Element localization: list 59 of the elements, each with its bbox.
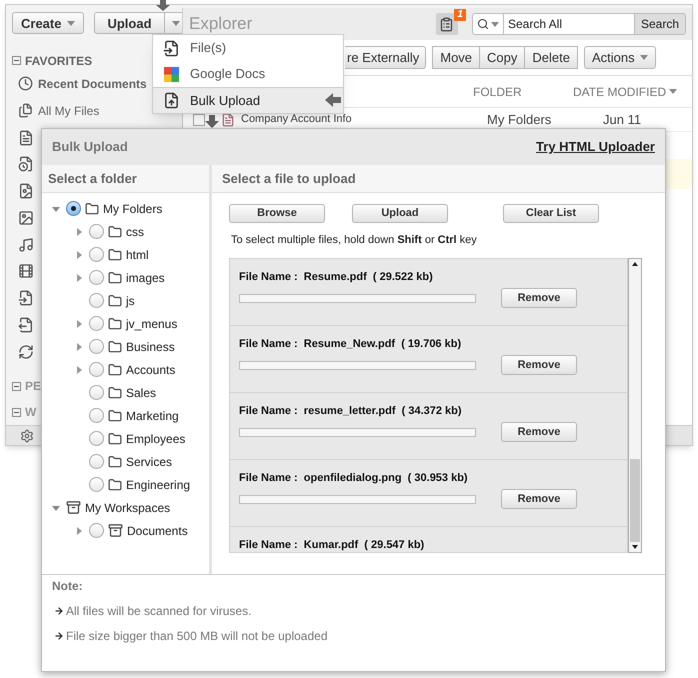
note-text: All files will be scanned for viruses. [66, 603, 252, 620]
tree-item[interactable]: images [126, 268, 165, 286]
notification-badge: 1 [454, 9, 466, 21]
tree-item[interactable]: html [126, 246, 149, 264]
file-label: File Name : Kumar.pdf ( 29.547 kb) [239, 538, 426, 552]
file-label: File Name : Resume_New.pdf ( 19.706 kb) [239, 336, 462, 352]
file-name[interactable]: Company Account Info [241, 114, 487, 125]
tree-item[interactable]: jv_menus [126, 314, 178, 332]
pane-title: Select a file to upload [222, 170, 356, 188]
section-title: FAVORITES [25, 52, 92, 70]
instruction-text: To select multiple files, hold down Shift or Ctrl key [231, 233, 478, 248]
search-button[interactable]: Search [634, 13, 686, 35]
browse-button[interactable]: Browse [229, 204, 325, 223]
upload-button[interactable]: Upload [94, 12, 165, 34]
file-label: File Name : openfiledialog.png ( 30.953 kb) [239, 470, 469, 486]
panel-title: Explorer [189, 13, 254, 36]
tree-item[interactable]: Sales [126, 384, 156, 402]
tree-item[interactable]: Engineering [126, 476, 190, 494]
note-title: Note: [52, 578, 84, 595]
table-cell-text: My Folders [487, 113, 552, 126]
tree-item[interactable]: Services [126, 452, 172, 470]
tree-item[interactable]: Accounts [126, 360, 176, 378]
file-label: File Name : resume_letter.pdf ( 34.372 kb) [239, 404, 463, 418]
actions-menu-button[interactable]: Actions [584, 46, 656, 69]
search-field[interactable]: Search All [504, 13, 634, 35]
action-button[interactable]: Copy [480, 46, 526, 69]
remove-button[interactable]: Remove [501, 422, 577, 442]
remove-button[interactable]: Remove [501, 489, 577, 509]
menu-item[interactable]: File(s) [153, 35, 343, 61]
column-header[interactable]: FOLDER [473, 82, 573, 100]
remove-button[interactable]: Remove [501, 355, 577, 375]
tree-item[interactable]: My Workspaces [85, 498, 170, 516]
create-button[interactable]: Create [12, 12, 84, 34]
clear-list-button[interactable]: Clear List [503, 204, 599, 223]
table-cell: Jun 11 [603, 113, 642, 126]
tree-item[interactable]: css [126, 222, 144, 240]
file-label: File Name : Resume.pdf ( 29.522 kb) [239, 270, 434, 284]
html-uploader-link[interactable]: Try HTML Uploader [536, 137, 655, 157]
tree-item[interactable]: Marketing [126, 406, 179, 424]
tree-item[interactable]: js [126, 292, 135, 310]
share-button[interactable]: re Externally [345, 46, 426, 69]
pane-title: Select a folder [48, 170, 137, 188]
note-text: File size bigger than 500 MB will not be uploaded [66, 628, 328, 645]
sidebar-item[interactable]: All My Files [38, 102, 100, 120]
action-button[interactable]: Delete [525, 46, 578, 69]
sidebar-item[interactable]: Recent Documents [38, 74, 147, 93]
column-header[interactable]: DATE MODIFIED [573, 82, 678, 100]
tree-item[interactable]: Documents [127, 522, 188, 540]
section-title: W [25, 404, 36, 422]
dialog-title: Bulk Upload [52, 138, 128, 156]
action-button[interactable]: Move [432, 46, 480, 69]
menu-item[interactable]: Bulk Upload [153, 87, 343, 113]
remove-button[interactable]: Remove [501, 288, 577, 308]
tree-item[interactable]: Employees [126, 430, 186, 448]
tree-item[interactable]: My Folders [103, 200, 162, 218]
tree-item[interactable]: Business [126, 338, 175, 356]
upload-button[interactable]: Upload [352, 204, 448, 223]
section-title: PE [25, 378, 42, 396]
menu-item[interactable]: Google Docs [153, 61, 343, 87]
